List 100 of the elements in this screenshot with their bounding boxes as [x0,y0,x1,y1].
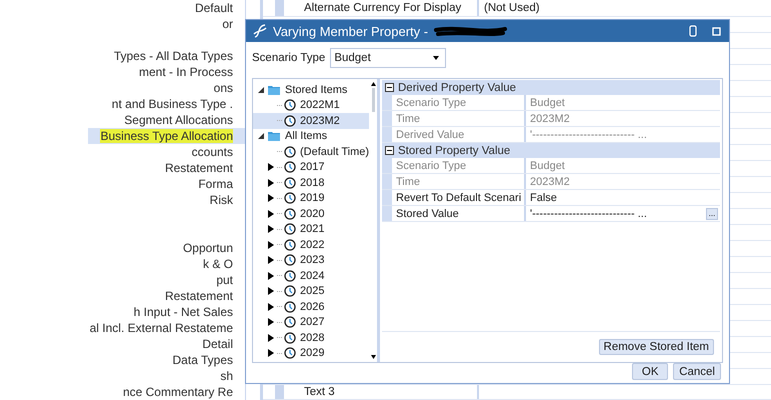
clock-icon [284,161,296,174]
tree-item-label[interactable]: k & O [202,257,233,271]
tree-item-label[interactable]: Restatement [164,161,233,175]
clock-icon [284,114,296,127]
clock-icon [284,238,296,251]
expand-toggle-icon[interactable] [267,302,275,311]
expand-toggle-icon[interactable] [267,225,275,234]
clock-icon [284,300,296,313]
tree-item-label[interactable]: (Default Time) [298,146,370,158]
tree-item-label[interactable]: or [222,17,233,31]
tree-item-label[interactable]: nce Commentary Re [122,385,233,399]
folder-icon [267,84,281,96]
collapse-icon[interactable] [385,83,394,92]
clock-icon [284,270,296,282]
expand-toggle-icon[interactable] [267,256,275,264]
row-header [382,190,392,205]
expand-toggle-icon[interactable] [267,178,275,187]
ellipsis-button[interactable]: ... [706,208,718,220]
remove-stored-item-button[interactable]: Remove Stored Item [598,339,714,355]
tree-item-label[interactable]: 2018 [298,176,324,189]
clock-icon [284,146,296,158]
tree-item-label[interactable]: 2023 [298,254,324,266]
clock-icon [284,223,296,236]
expand-toggle-icon[interactable] [267,210,275,218]
clock-icon [284,192,296,204]
tree-item-label[interactable]: 2019 [298,192,324,204]
cancel-button[interactable]: Cancel [673,363,721,380]
tree-item-label[interactable]: sh [220,369,233,383]
property-name: Scenario Type [392,158,526,173]
scenario-type-dropdown[interactable]: Budget [330,48,446,68]
property-name: Time [392,111,526,126]
tree-item-label[interactable]: ons [214,81,233,95]
dropdown-arrow-icon [433,56,440,60]
tree-item-label[interactable]: 2020 [298,208,324,220]
app-logo-icon [252,24,268,38]
tree-item-label[interactable]: al Incl. External Restateme [90,321,233,335]
property-name: Scenario Type [392,95,526,110]
property-value: 2023M2 [530,176,570,188]
row-header [382,111,392,126]
tree-item-label[interactable]: 2022M1 [298,99,340,112]
tree-item-label[interactable]: 2021 [298,223,324,236]
clock-icon [284,99,296,112]
category-label: Stored Property Value [398,144,510,156]
expand-toggle-icon[interactable] [267,163,275,172]
field-label: Scenario Type [252,52,326,64]
tree-item-label[interactable]: 2024 [298,270,324,282]
tree-item-label[interactable]: 2017 [298,161,324,174]
clock-icon [284,347,296,360]
tree-item-label[interactable]: 2028 [298,332,324,344]
phone-icon[interactable] [689,25,697,37]
property-value: Budget [530,96,565,108]
tree-item-label[interactable]: 2026 [298,300,324,313]
scroll-down-icon[interactable] [370,355,376,359]
tree-item-label[interactable]: Data Types [172,353,233,367]
expand-toggle-icon[interactable] [267,194,275,202]
window-title: Varying Member Property - [273,24,428,38]
tree-item-label[interactable]: All Items [283,130,328,142]
tree-item-label[interactable]: 2022 [298,238,324,251]
expand-toggle-icon[interactable] [267,272,275,280]
collapse-icon[interactable] [385,146,394,155]
tree-item-label[interactable]: Business Type Allocation [100,129,233,143]
clock-icon [284,176,296,189]
tree-item-label[interactable]: Opportun [182,241,233,255]
expand-toggle-icon[interactable] [267,349,275,358]
tree-item-label[interactable]: Stored Items [283,84,348,96]
tree-item-label[interactable]: Detail [202,337,233,351]
row-header [275,0,284,16]
property-value: 2023M2 [530,112,570,124]
tree-item-label[interactable]: Forma [198,177,233,191]
expand-toggle-icon[interactable] [267,287,275,296]
property-value: '---------------------------- ... [530,208,647,220]
tree-item-label[interactable]: Segment Allocations [124,113,233,127]
tree-item-label[interactable]: Types - All Data Types [114,49,233,63]
tree-item-label[interactable]: h Input - Net Sales [134,305,233,319]
row-header [382,174,392,189]
expand-toggle-icon[interactable] [267,334,275,342]
maximize-icon[interactable] [712,26,721,36]
ok-button[interactable]: OK [632,363,668,380]
property-value: Budget [530,160,565,172]
scroll-up-icon[interactable] [370,82,376,86]
clock-icon [284,208,296,220]
tree-item-label[interactable]: Restatement [164,289,233,303]
expand-toggle-icon[interactable] [257,132,265,140]
expand-toggle-icon[interactable] [267,240,275,249]
property-value: '---------------------------- ... [530,128,647,140]
tree-item-label[interactable]: 2029 [298,347,324,360]
tree-item-label[interactable]: ment - In Process [138,65,233,79]
folder-icon [267,130,281,142]
property-value: (Not Used) [483,2,540,14]
tree-item-label[interactable]: ccounts [192,145,233,159]
tree-item-label[interactable]: Default [194,1,233,15]
tree-item-label[interactable]: nt and Business Type . [112,97,233,111]
expand-toggle-icon[interactable] [267,318,275,326]
property-name: Time [392,174,526,189]
clock-icon [284,254,296,266]
expand-toggle-icon[interactable] [257,86,265,94]
tree-item-label[interactable]: 2025 [298,285,324,298]
tree-item-label[interactable]: Risk [210,193,233,207]
tree-item-label[interactable]: put [216,273,233,287]
tree-item-label[interactable]: 2027 [298,316,324,328]
